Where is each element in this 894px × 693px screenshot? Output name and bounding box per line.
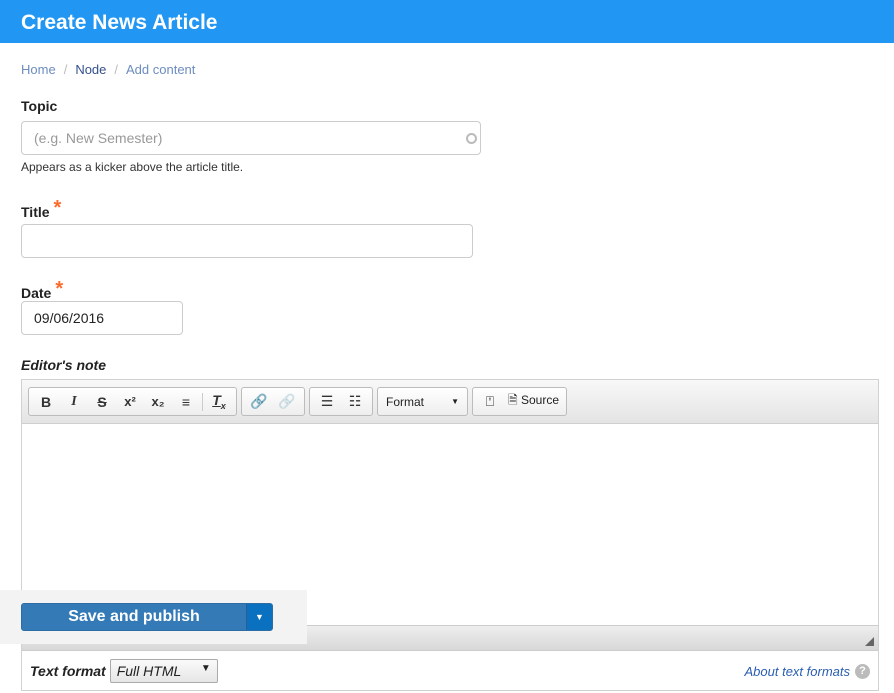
save-and-publish-button[interactable]: Save and publish (22, 604, 246, 630)
link-icon[interactable]: 🔗 (245, 393, 273, 410)
bulleted-list-icon[interactable]: ☰ (313, 393, 341, 410)
breadcrumb-home[interactable]: Home (21, 62, 56, 77)
text-format-label: Text format (30, 663, 106, 679)
text-format-row: Text format Full HTML ▼ About text format… (22, 651, 878, 691)
breadcrumb: Home / Node / Add content (21, 62, 196, 77)
page-title: Create News Article (21, 11, 218, 34)
title-label: Title * (21, 197, 62, 220)
rich-text-editor: B I S x² x₂ ≡ Tx 🔗 🔗 ☰ ☷ Format ▼ ⍞ 🗎 Sou… (21, 379, 879, 691)
numbered-list-icon[interactable]: ☷ (341, 393, 369, 410)
page-header: Create News Article (0, 0, 894, 43)
horizontal-line-icon[interactable]: ≡ (172, 394, 200, 410)
italic-button[interactable]: I (60, 394, 88, 410)
source-button[interactable]: 🗎 Source (504, 391, 563, 412)
title-input[interactable] (21, 224, 473, 258)
resize-handle-icon[interactable] (865, 637, 874, 646)
save-button-group: Save and publish ▼ (21, 603, 273, 631)
sticky-actions-bar: Save and publish ▼ (0, 590, 307, 644)
topic-input[interactable]: (e.g. New Semester) (21, 121, 481, 155)
breadcrumb-node[interactable]: Node (75, 62, 106, 77)
text-format-select[interactable]: Full HTML ▼ (109, 659, 218, 683)
bold-button[interactable]: B (32, 394, 60, 410)
source-icon: 🗎 (508, 393, 518, 407)
show-blocks-icon[interactable]: ⍞ (476, 393, 504, 410)
format-dropdown[interactable]: Format ▼ (377, 387, 468, 416)
topic-label: Topic (21, 98, 58, 114)
save-options-dropdown-icon[interactable]: ▼ (246, 604, 272, 630)
required-icon: * (53, 197, 62, 219)
date-input[interactable]: 09/06/2016 (21, 301, 183, 335)
superscript-button[interactable]: x² (116, 394, 144, 409)
topic-placeholder: (e.g. New Semester) (34, 130, 163, 146)
required-icon: * (55, 278, 64, 300)
select-arrow-icon: ▼ (200, 663, 211, 674)
breadcrumb-add-content[interactable]: Add content (126, 62, 195, 77)
topic-help: Appears as a kicker above the article ti… (21, 160, 244, 174)
unlink-icon[interactable]: 🔗 (273, 393, 301, 410)
subscript-button[interactable]: x₂ (144, 394, 172, 409)
about-text-formats-link[interactable]: About text formats (745, 664, 851, 679)
autocomplete-icon (466, 133, 477, 144)
remove-format-icon[interactable]: Tx (205, 392, 233, 411)
help-icon[interactable]: ? (855, 663, 870, 679)
strikethrough-button[interactable]: S (88, 394, 116, 410)
editor-toolbar: B I S x² x₂ ≡ Tx 🔗 🔗 ☰ ☷ Format ▼ ⍞ 🗎 Sou… (22, 380, 878, 424)
dropdown-arrow-icon: ▼ (451, 397, 459, 406)
editors-note-label: Editor's note (21, 357, 106, 373)
